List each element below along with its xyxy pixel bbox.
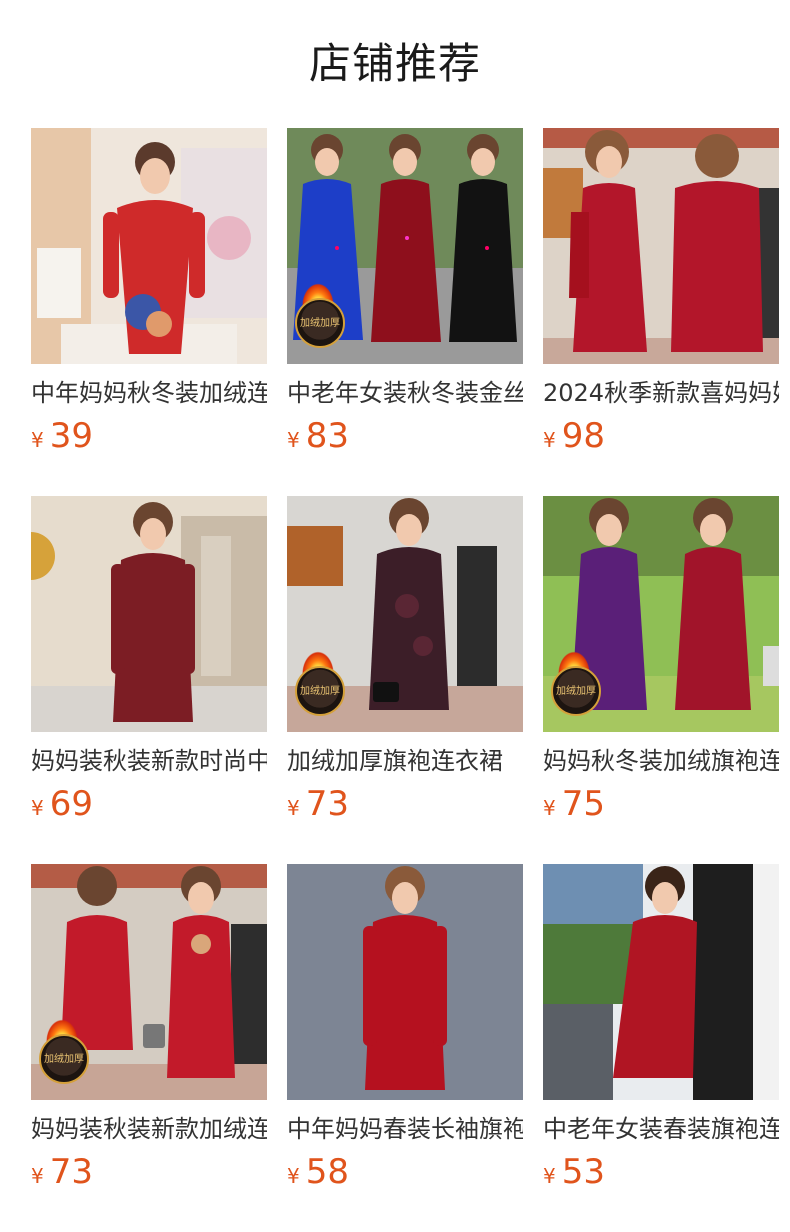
price-amount: 73 bbox=[305, 784, 349, 824]
product-price: ¥58 bbox=[287, 1152, 523, 1198]
product-image[interactable]: 加绒加厚 bbox=[287, 496, 523, 732]
currency-symbol: ¥ bbox=[287, 428, 300, 452]
product-name[interactable]: 妈妈装秋装新款时尚中长款连衣裙 bbox=[31, 745, 267, 777]
product-image[interactable] bbox=[543, 864, 779, 1100]
price-amount: 58 bbox=[305, 1152, 349, 1192]
product-card[interactable]: 中老年女装春装旗袍连衣裙 ¥53 bbox=[543, 864, 779, 1232]
price-amount: 39 bbox=[49, 416, 93, 456]
product-price: ¥73 bbox=[287, 784, 523, 830]
currency-symbol: ¥ bbox=[31, 796, 44, 820]
price-amount: 75 bbox=[561, 784, 605, 824]
product-price: ¥39 bbox=[31, 416, 267, 462]
product-card[interactable]: 2024秋季新款喜妈妈婚宴礼服 ¥98 bbox=[543, 128, 779, 496]
price-amount: 53 bbox=[561, 1152, 605, 1192]
product-name[interactable]: 中老年女装秋冬装金丝绒连衣裙 bbox=[287, 377, 523, 409]
product-name[interactable]: 妈妈装秋装新款加绒连衣裙 bbox=[31, 1113, 267, 1145]
product-card[interactable]: 中年妈妈秋冬装加绒连衣裙 ¥39 bbox=[31, 128, 267, 496]
product-price: ¥98 bbox=[543, 416, 779, 462]
product-grid: 中年妈妈秋冬装加绒连衣裙 ¥39 加绒加厚 bbox=[31, 128, 779, 1232]
product-card[interactable]: 加绒加厚 中老年女装秋冬装金丝绒连衣裙 ¥83 bbox=[287, 128, 523, 496]
currency-symbol: ¥ bbox=[31, 428, 44, 452]
product-name[interactable]: 中年妈妈春装长袖旗袍连衣裙 bbox=[287, 1113, 523, 1145]
product-price: ¥83 bbox=[287, 416, 523, 462]
product-name[interactable]: 妈妈秋冬装加绒旗袍连衣裙 bbox=[543, 745, 779, 777]
product-card[interactable]: 加绒加厚 加绒加厚旗袍连衣裙 ¥73 bbox=[287, 496, 523, 864]
product-image[interactable] bbox=[31, 496, 267, 732]
product-image[interactable] bbox=[31, 128, 267, 364]
fleece-badge: 加绒加厚 bbox=[295, 666, 345, 716]
product-name[interactable]: 中年妈妈秋冬装加绒连衣裙 bbox=[31, 377, 267, 409]
price-amount: 98 bbox=[561, 416, 605, 456]
currency-symbol: ¥ bbox=[543, 1164, 556, 1188]
fleece-badge: 加绒加厚 bbox=[551, 666, 601, 716]
currency-symbol: ¥ bbox=[31, 1164, 44, 1188]
product-image[interactable] bbox=[543, 128, 779, 364]
product-price: ¥53 bbox=[543, 1152, 779, 1198]
product-card[interactable]: 加绒加厚 妈妈装秋装新款加绒连衣裙 ¥73 bbox=[31, 864, 267, 1232]
price-amount: 69 bbox=[49, 784, 93, 824]
product-image[interactable]: 加绒加厚 bbox=[287, 128, 523, 364]
fleece-badge: 加绒加厚 bbox=[39, 1034, 89, 1084]
product-image[interactable]: 加绒加厚 bbox=[31, 864, 267, 1100]
product-image[interactable]: 加绒加厚 bbox=[543, 496, 779, 732]
product-card[interactable]: 加绒加厚 妈妈秋冬装加绒旗袍连衣裙 ¥75 bbox=[543, 496, 779, 864]
product-name[interactable]: 加绒加厚旗袍连衣裙 bbox=[287, 745, 523, 777]
fleece-badge: 加绒加厚 bbox=[295, 298, 345, 348]
product-price: ¥73 bbox=[31, 1152, 267, 1198]
product-price: ¥69 bbox=[31, 784, 267, 830]
product-card[interactable]: 中年妈妈春装长袖旗袍连衣裙 ¥58 bbox=[287, 864, 523, 1232]
product-name[interactable]: 中老年女装春装旗袍连衣裙 bbox=[543, 1113, 779, 1145]
currency-symbol: ¥ bbox=[287, 1164, 300, 1188]
price-amount: 73 bbox=[49, 1152, 93, 1192]
price-amount: 83 bbox=[305, 416, 349, 456]
product-card[interactable]: 妈妈装秋装新款时尚中长款连衣裙 ¥69 bbox=[31, 496, 267, 864]
product-price: ¥75 bbox=[543, 784, 779, 830]
section-title: 店铺推荐 bbox=[308, 39, 481, 88]
product-image[interactable] bbox=[287, 864, 523, 1100]
currency-symbol: ¥ bbox=[543, 428, 556, 452]
currency-symbol: ¥ bbox=[287, 796, 300, 820]
currency-symbol: ¥ bbox=[543, 796, 556, 820]
product-name[interactable]: 2024秋季新款喜妈妈婚宴礼服 bbox=[543, 377, 779, 409]
